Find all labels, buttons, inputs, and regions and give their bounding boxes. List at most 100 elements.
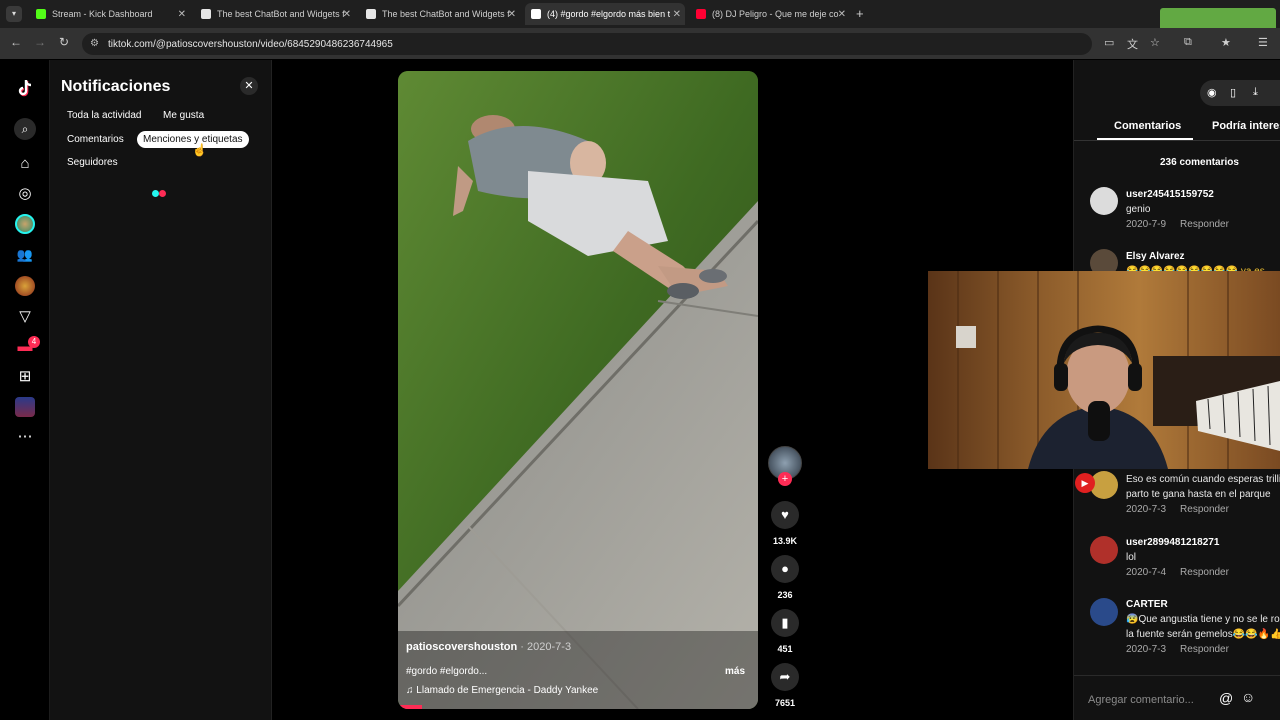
avatar-small[interactable] (15, 397, 35, 417)
comment-date: 2020-7-4 (1126, 567, 1167, 578)
music-note-icon: ♫ (406, 685, 417, 696)
avatar[interactable] (1090, 598, 1118, 626)
comment-input[interactable]: Agregar comentario... (1088, 689, 1236, 711)
reply-button[interactable]: Responder (1180, 504, 1229, 515)
filter-all-activity[interactable]: Toda la actividad (61, 107, 148, 124)
send-icon[interactable]: ▽ (15, 307, 35, 327)
filter-comments[interactable]: Comentarios (61, 131, 130, 148)
reply-button[interactable]: Responder (1180, 567, 1229, 578)
browser-tab[interactable]: The best ChatBot and Widgets f ✕ (195, 3, 355, 25)
comment-meta: 2020-7-4 Responder (1126, 567, 1229, 578)
tab-close-icon[interactable]: ✕ (508, 9, 516, 20)
filter-followers[interactable]: Seguidores (61, 154, 124, 171)
bookmarks-icon[interactable]: ★ (1221, 36, 1231, 49)
phone-icon[interactable]: ▯ (1230, 86, 1236, 99)
comment-text-line2: la fuente serán gemelos😂😂🔥👍 (1126, 629, 1280, 640)
tab-close-icon[interactable]: ✕ (838, 9, 846, 20)
video-date: 2020-7-3 (527, 641, 572, 653)
reply-button[interactable]: Responder (1180, 219, 1229, 230)
music-title[interactable]: Llamado de Emergencia - Daddy Yankee (416, 685, 598, 696)
follow-plus-icon[interactable]: + (778, 472, 792, 486)
explore-icon[interactable]: ◎ (15, 184, 35, 204)
like-button[interactable]: ♥ (771, 501, 799, 529)
tiktok-left-rail: ⌕ ⌂ ◎ 👥 ▽ ▬ 4 ⊞ ⋯ (0, 60, 50, 720)
share-button[interactable]: ➦ (771, 663, 799, 691)
avatar[interactable] (1090, 187, 1118, 215)
video-player[interactable]: patioscovershouston · 2020-7-3 #gordo #e… (398, 71, 758, 709)
reply-button[interactable]: Responder (1180, 644, 1229, 655)
back-icon[interactable]: ← (10, 35, 22, 49)
tiktok-logo-icon[interactable] (15, 78, 35, 98)
caption-more-link[interactable]: más (725, 666, 745, 677)
video-frame-image (398, 71, 758, 709)
avatar[interactable] (1090, 536, 1118, 564)
browser-tab[interactable]: Stream - Kick Dashboard ✕ (30, 3, 190, 25)
music-row[interactable]: ♫ Llamado de Emergencia - Daddy Yankee (406, 685, 598, 696)
extensions-icon[interactable]: ⧉ (1184, 36, 1192, 49)
translate-icon[interactable]: 文 (1127, 36, 1138, 52)
comment-count: 236 (777, 590, 793, 600)
comment-text: genio (1126, 204, 1151, 215)
like-count: 13.9K (772, 536, 798, 546)
emoji-icon[interactable]: ☺ (1241, 689, 1255, 705)
comment-user[interactable]: user245415159752 (1126, 189, 1214, 200)
tab-favicon-icon (36, 9, 46, 19)
tab-title: The best ChatBot and Widgets f (382, 9, 510, 19)
tab-favicon-icon (696, 9, 706, 19)
live-avatar[interactable] (15, 276, 35, 296)
browser-tab[interactable]: (8) DJ Peligro - Que me deje co ✕ (690, 3, 850, 25)
comment-date: 2020-7-3 (1126, 504, 1167, 515)
browser-tab[interactable]: The best ChatBot and Widgets f ✕ (360, 3, 520, 25)
profile-avatar[interactable] (15, 214, 35, 234)
video-author[interactable]: patioscovershouston · 2020-7-3 (406, 641, 571, 653)
bookmark-star-icon[interactable]: ☆ (1150, 36, 1160, 49)
author-name[interactable]: patioscovershouston (406, 641, 517, 653)
upload-icon[interactable]: ⊞ (15, 367, 35, 387)
comment-count-label: 236 comentarios (1160, 157, 1239, 168)
comment-user[interactable]: user2899481218271 (1126, 537, 1219, 548)
tab-close-icon[interactable]: ✕ (178, 9, 186, 20)
tab-close-icon[interactable]: ✕ (343, 9, 351, 20)
download-icon[interactable]: ⤓ (1253, 86, 1258, 99)
address-bar[interactable]: ⚙ tiktok.com/@patioscovershouston/video/… (82, 33, 1092, 55)
webcam-image (928, 271, 1280, 469)
following-icon[interactable]: 👥 (15, 245, 35, 265)
webcam-overlay (928, 271, 1280, 469)
inbox-badge: 4 (28, 336, 40, 348)
new-tab-button[interactable]: + (856, 6, 864, 21)
site-info-icon[interactable]: ⚙ (90, 38, 99, 49)
comment-text: lol (1126, 552, 1137, 563)
filter-likes[interactable]: Me gusta (157, 107, 210, 124)
comment-text-line2: parto te gana hasta en el parque (1126, 489, 1271, 500)
tab-comments[interactable]: Comentarios (1114, 120, 1181, 132)
youtube-play-icon: ▶ (1075, 473, 1095, 493)
comment-date: 2020-7-3 (1126, 644, 1167, 655)
bookmark-button[interactable]: ▮ (771, 609, 799, 637)
tab-favicon-icon (201, 9, 211, 19)
home-icon[interactable]: ⌂ (15, 154, 35, 174)
tab-title: Stream - Kick Dashboard (52, 9, 153, 19)
reload-icon[interactable]: ↻ (59, 35, 69, 49)
browser-tab-bar: ▾ Stream - Kick Dashboard ✕ The best ChatB… (0, 0, 1280, 32)
forward-icon[interactable]: → (34, 35, 46, 49)
install-app-icon[interactable]: ▭ (1104, 36, 1114, 49)
save-count: 451 (777, 644, 793, 654)
more-icon[interactable]: ⋯ (15, 427, 35, 447)
tab-favicon-icon (531, 9, 541, 19)
tab-close-icon[interactable]: ✕ (673, 9, 681, 20)
reading-list-icon[interactable]: ☰ (1258, 36, 1268, 49)
browser-tab[interactable]: (4) #gordo #elgordo más bien t ✕ (525, 3, 685, 25)
tab-title: The best ChatBot and Widgets f (217, 9, 345, 19)
mention-icon[interactable]: @ (1219, 690, 1233, 706)
search-icon[interactable]: ⌕ (14, 118, 36, 140)
tab-list-dropdown-icon[interactable]: ▾ (6, 6, 22, 22)
comment-text: Eso es común cuando esperas trilli (1126, 474, 1280, 485)
comment-user[interactable]: Elsy Alvarez (1126, 251, 1185, 262)
tab-you-may-like[interactable]: Podría interesar (1212, 120, 1280, 132)
video-caption: #gordo #elgordo... (406, 666, 488, 677)
comment-button[interactable]: ● (771, 555, 799, 583)
compass-icon[interactable]: ◉ (1207, 86, 1217, 99)
close-icon[interactable]: ✕ (240, 77, 258, 95)
comment-user[interactable]: CARTER (1126, 599, 1168, 610)
tab-favicon-icon (366, 9, 376, 19)
